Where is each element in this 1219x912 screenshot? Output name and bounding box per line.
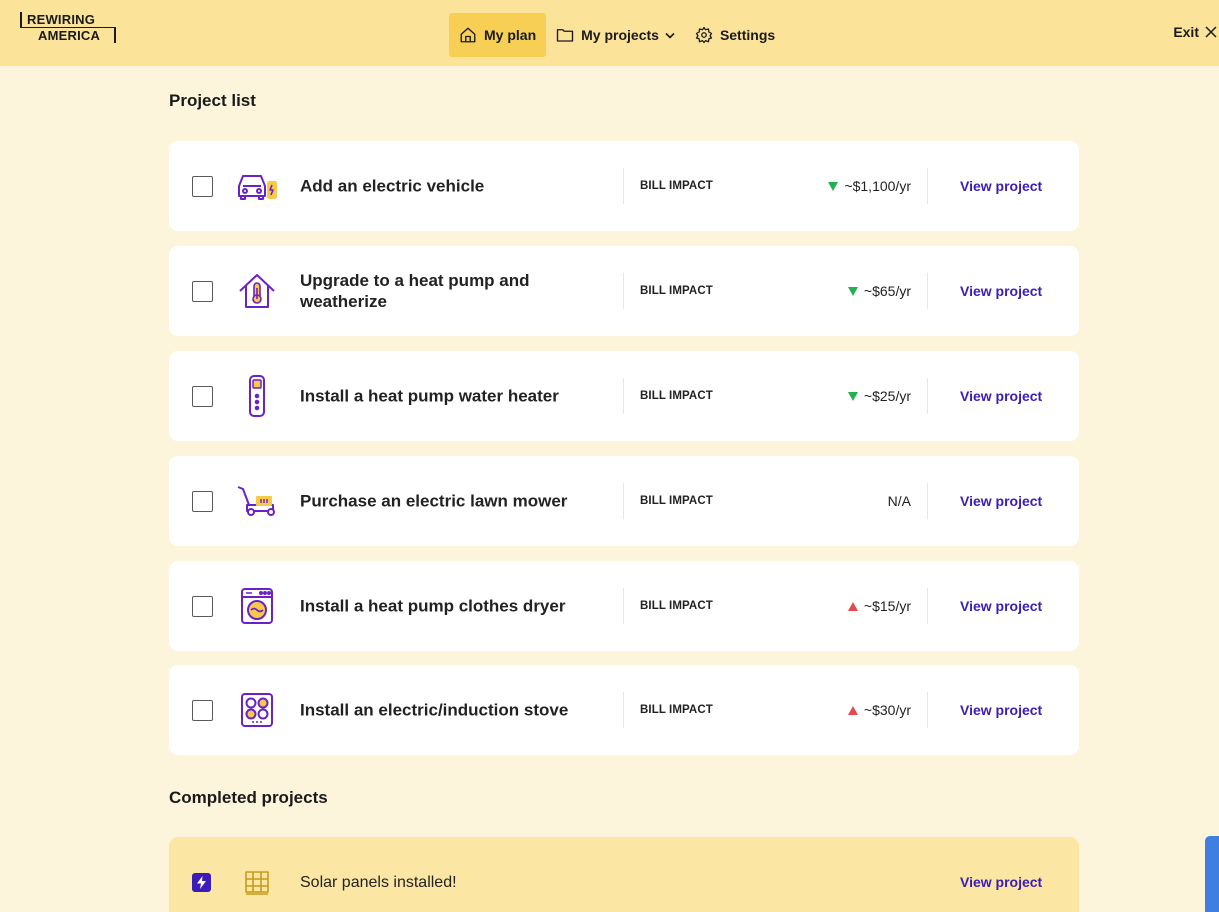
divider	[623, 483, 624, 519]
induction-stove-icon	[235, 689, 279, 731]
project-list-heading: Project list	[169, 91, 256, 110]
project-checkbox[interactable]	[192, 700, 213, 721]
view-project-link[interactable]: View project	[960, 178, 1042, 194]
bill-impact-value: ~$1,100/yr	[828, 178, 911, 194]
lawn-mower-icon	[235, 480, 279, 522]
project-checkbox[interactable]	[192, 491, 213, 512]
bill-impact-label: BILL IMPACT	[640, 704, 713, 716]
project-title: Add an electric vehicle	[300, 176, 485, 196]
view-project-link[interactable]: View project	[960, 283, 1042, 299]
completed-project-title: Solar panels installed!	[300, 874, 457, 891]
bill-impact-amount: ~$65/yr	[863, 283, 911, 299]
project-card: Install a heat pump clothes dryer BILL I…	[169, 561, 1079, 651]
nav-settings-label: Settings	[719, 27, 776, 43]
divider	[623, 378, 624, 414]
project-title: Purchase an electric lawn mower	[300, 491, 568, 511]
project-card: Upgrade to a heat pump and weatherize BI…	[169, 246, 1079, 336]
house-thermometer-icon	[235, 270, 279, 312]
logo-line-1: REWIRING	[20, 12, 116, 27]
project-card: Install a heat pump water heater BILL IM…	[169, 351, 1079, 441]
divider	[623, 692, 624, 728]
nav-my-plan[interactable]: My plan	[449, 13, 547, 57]
view-project-link[interactable]: View project	[960, 388, 1042, 404]
nav-my-projects[interactable]: My projects	[546, 13, 685, 57]
project-card: Add an electric vehicle BILL IMPACT ~$1,…	[169, 141, 1079, 231]
gear-icon	[695, 26, 713, 44]
nav-my-plan-label: My plan	[484, 27, 537, 43]
completed-projects-heading: Completed projects	[169, 788, 328, 807]
home-icon	[460, 27, 476, 43]
bill-impact-amount: ~$15/yr	[863, 598, 911, 614]
lightning-check-icon	[192, 873, 211, 892]
logo-line-2: AMERICA	[20, 27, 116, 43]
divider	[927, 588, 928, 624]
exit-button[interactable]: Exit	[1173, 24, 1217, 40]
project-checkbox[interactable]	[192, 386, 213, 407]
bill-impact-value: ~$15/yr	[847, 598, 911, 614]
divider	[927, 483, 928, 519]
bill-impact-label: BILL IMPACT	[640, 390, 713, 402]
project-card: Install an electric/induction stove BILL…	[169, 665, 1079, 755]
project-title: Install a heat pump clothes dryer	[300, 596, 566, 616]
electric-car-icon	[235, 165, 279, 207]
project-checkbox[interactable]	[192, 596, 213, 617]
top-bar: REWIRING AMERICA My plan My projects Set…	[0, 0, 1219, 66]
nav-settings[interactable]: Settings	[685, 13, 785, 57]
project-card: Purchase an electric lawn mower BILL IMP…	[169, 456, 1079, 546]
project-checkbox[interactable]	[192, 281, 213, 302]
bill-impact-label: BILL IMPACT	[640, 285, 713, 297]
close-icon	[1205, 26, 1217, 38]
main-nav: My plan My projects Settings	[449, 13, 785, 57]
project-checkbox[interactable]	[192, 176, 213, 197]
divider	[927, 273, 928, 309]
folder-icon	[556, 29, 574, 42]
divider	[623, 273, 624, 309]
nav-my-projects-label: My projects	[581, 27, 659, 43]
solar-panel-icon	[235, 862, 279, 904]
view-project-link[interactable]: View project	[960, 702, 1042, 718]
clothes-dryer-icon	[235, 585, 279, 627]
bill-impact-value: ~$65/yr	[847, 283, 911, 299]
feedback-tab[interactable]	[1205, 836, 1219, 912]
increase-arrow-icon	[847, 705, 858, 715]
divider	[927, 378, 928, 414]
project-title: Install a heat pump water heater	[300, 386, 559, 406]
decrease-arrow-icon	[847, 391, 858, 401]
bill-impact-value: ~$25/yr	[847, 388, 911, 404]
divider	[927, 692, 928, 728]
increase-arrow-icon	[847, 601, 858, 611]
bill-impact-amount: N/A	[887, 493, 911, 509]
decrease-arrow-icon	[828, 181, 839, 191]
bill-impact-amount: ~$30/yr	[863, 702, 911, 718]
water-heater-icon	[235, 375, 279, 417]
divider	[927, 168, 928, 204]
project-title: Upgrade to a heat pump and weatherize	[300, 271, 530, 311]
bill-impact-label: BILL IMPACT	[640, 600, 713, 612]
divider	[623, 168, 624, 204]
exit-label: Exit	[1173, 24, 1199, 40]
bill-impact-label: BILL IMPACT	[640, 495, 713, 507]
view-project-link[interactable]: View project	[960, 874, 1042, 890]
project-title: Install an electric/induction stove	[300, 700, 569, 720]
divider	[623, 588, 624, 624]
chevron-down-icon	[665, 32, 675, 39]
completed-project-card: Solar panels installed! View project	[169, 837, 1079, 912]
view-project-link[interactable]: View project	[960, 493, 1042, 509]
bill-impact-amount: ~$1,100/yr	[844, 178, 911, 194]
decrease-arrow-icon	[847, 286, 858, 296]
bill-impact-value: ~$30/yr	[847, 702, 911, 718]
view-project-link[interactable]: View project	[960, 598, 1042, 614]
rewiring-america-logo[interactable]: REWIRING AMERICA	[20, 12, 116, 43]
bill-impact-value: N/A	[888, 493, 911, 509]
bill-impact-label: BILL IMPACT	[640, 180, 713, 192]
bill-impact-amount: ~$25/yr	[863, 388, 911, 404]
